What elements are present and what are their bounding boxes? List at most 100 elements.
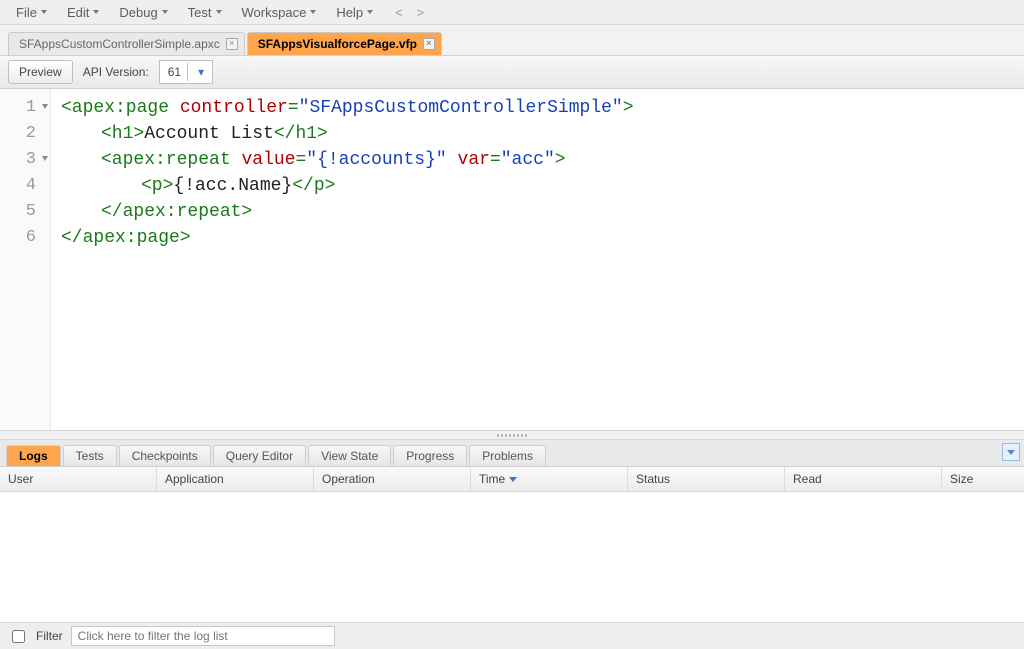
code-token: <apex:page: [61, 98, 180, 118]
code-token: >: [555, 150, 566, 170]
code-editor[interactable]: 123456 <apex:page controller="SFAppsCust…: [0, 89, 1024, 430]
col-size[interactable]: Size: [942, 467, 1024, 491]
caret-down-icon: [162, 10, 168, 14]
code-line[interactable]: <p>{!acc.Name}</p>: [141, 173, 1014, 199]
nav-back-button[interactable]: <: [393, 5, 405, 20]
menu-workspace[interactable]: Workspace: [234, 3, 325, 22]
expand-panel-button[interactable]: [1002, 443, 1020, 461]
code-line[interactable]: <apex:repeat value="{!accounts}" var="ac…: [101, 147, 1014, 173]
tab-tests[interactable]: Tests: [63, 445, 117, 466]
menu-label: Debug: [119, 5, 157, 20]
api-version-select[interactable]: 61 ▾: [159, 60, 213, 84]
col-label: Operation: [322, 472, 375, 486]
code-token: "{!accounts}": [306, 150, 446, 170]
code-line[interactable]: </apex:page>: [61, 225, 1014, 251]
tab-progress[interactable]: Progress: [393, 445, 467, 466]
file-tab-bar: SFAppsCustomControllerSimple.apxc × SFAp…: [0, 25, 1024, 56]
code-token: =: [490, 150, 501, 170]
code-line[interactable]: <h1>Account List</h1>: [101, 121, 1014, 147]
chevron-down-icon: [1007, 450, 1015, 455]
api-version-value: 61: [168, 65, 181, 79]
file-tab[interactable]: SFAppsCustomControllerSimple.apxc ×: [8, 32, 245, 55]
code-token: =: [288, 98, 299, 118]
code-token: [447, 150, 458, 170]
preview-button[interactable]: Preview: [8, 60, 73, 84]
chevron-down-icon: ▾: [194, 65, 208, 79]
line-number: 4: [0, 173, 50, 199]
code-token: <p>: [141, 176, 173, 196]
line-number-gutter: 123456: [0, 89, 51, 430]
code-token: "acc": [501, 150, 555, 170]
log-column-headers: User Application Operation Time Status R…: [0, 467, 1024, 492]
caret-down-icon: [216, 10, 222, 14]
menu-file[interactable]: File: [8, 3, 55, 22]
nav-forward-button[interactable]: >: [415, 5, 427, 20]
line-number: 2: [0, 121, 50, 147]
tab-view-state[interactable]: View State: [308, 445, 391, 466]
line-number: 5: [0, 199, 50, 225]
col-time[interactable]: Time: [471, 467, 628, 491]
filter-checkbox[interactable]: [12, 630, 25, 643]
caret-down-icon: [93, 10, 99, 14]
code-token: <h1>: [101, 124, 144, 144]
close-icon[interactable]: ×: [423, 38, 435, 50]
col-user[interactable]: User: [0, 467, 157, 491]
menu-help[interactable]: Help: [328, 3, 381, 22]
tab-logs[interactable]: Logs: [6, 445, 61, 466]
menu-label: Workspace: [242, 5, 307, 20]
code-token: </h1>: [274, 124, 328, 144]
code-token: var: [458, 150, 490, 170]
code-token: </p>: [292, 176, 335, 196]
menu-label: Help: [336, 5, 363, 20]
line-number: 6: [0, 225, 50, 251]
code-token: controller: [180, 98, 288, 118]
col-status[interactable]: Status: [628, 467, 785, 491]
code-token: {!acc.Name}: [173, 176, 292, 196]
menu-label: File: [16, 5, 37, 20]
menubar: File Edit Debug Test Workspace Help < >: [0, 0, 1024, 25]
api-version-label: API Version:: [83, 65, 149, 79]
tab-checkpoints[interactable]: Checkpoints: [119, 445, 211, 466]
code-line[interactable]: </apex:repeat>: [101, 199, 1014, 225]
code-line[interactable]: <apex:page controller="SFAppsCustomContr…: [61, 95, 1014, 121]
menu-label: Edit: [67, 5, 89, 20]
grip-icon: [497, 434, 527, 437]
code-area[interactable]: <apex:page controller="SFAppsCustomContr…: [51, 89, 1024, 430]
filter-bar: Filter: [0, 623, 1024, 649]
col-label: Application: [165, 472, 224, 486]
code-token: </apex:repeat>: [101, 202, 252, 222]
filter-input[interactable]: [71, 626, 335, 646]
col-label: Read: [793, 472, 822, 486]
tab-query-editor[interactable]: Query Editor: [213, 445, 306, 466]
code-token: <apex:repeat: [101, 150, 241, 170]
caret-down-icon: [367, 10, 373, 14]
bottom-tab-bar: Logs Tests Checkpoints Query Editor View…: [0, 440, 1024, 467]
code-token: value: [241, 150, 295, 170]
code-token: =: [295, 150, 306, 170]
log-body: [0, 492, 1024, 623]
file-tab-label: SFAppsVisualforcePage.vfp: [258, 37, 417, 51]
col-label: User: [8, 472, 33, 486]
line-number: 3: [0, 147, 50, 173]
col-read[interactable]: Read: [785, 467, 942, 491]
col-label: Status: [636, 472, 670, 486]
menu-debug[interactable]: Debug: [111, 3, 175, 22]
filter-label: Filter: [36, 629, 63, 643]
sort-desc-icon: [509, 477, 517, 482]
menu-test[interactable]: Test: [180, 3, 230, 22]
panel-splitter[interactable]: [0, 430, 1024, 440]
code-token: "SFAppsCustomControllerSimple": [299, 98, 623, 118]
fold-toggle-icon[interactable]: [42, 104, 48, 109]
col-application[interactable]: Application: [157, 467, 314, 491]
tab-problems[interactable]: Problems: [469, 445, 546, 466]
code-token: >: [623, 98, 634, 118]
menu-label: Test: [188, 5, 212, 20]
code-token: </apex:page>: [61, 228, 191, 248]
col-operation[interactable]: Operation: [314, 467, 471, 491]
close-icon[interactable]: ×: [226, 38, 238, 50]
col-label: Time: [479, 472, 505, 486]
fold-toggle-icon[interactable]: [42, 156, 48, 161]
caret-down-icon: [310, 10, 316, 14]
menu-edit[interactable]: Edit: [59, 3, 107, 22]
file-tab-active[interactable]: SFAppsVisualforcePage.vfp ×: [247, 32, 442, 55]
